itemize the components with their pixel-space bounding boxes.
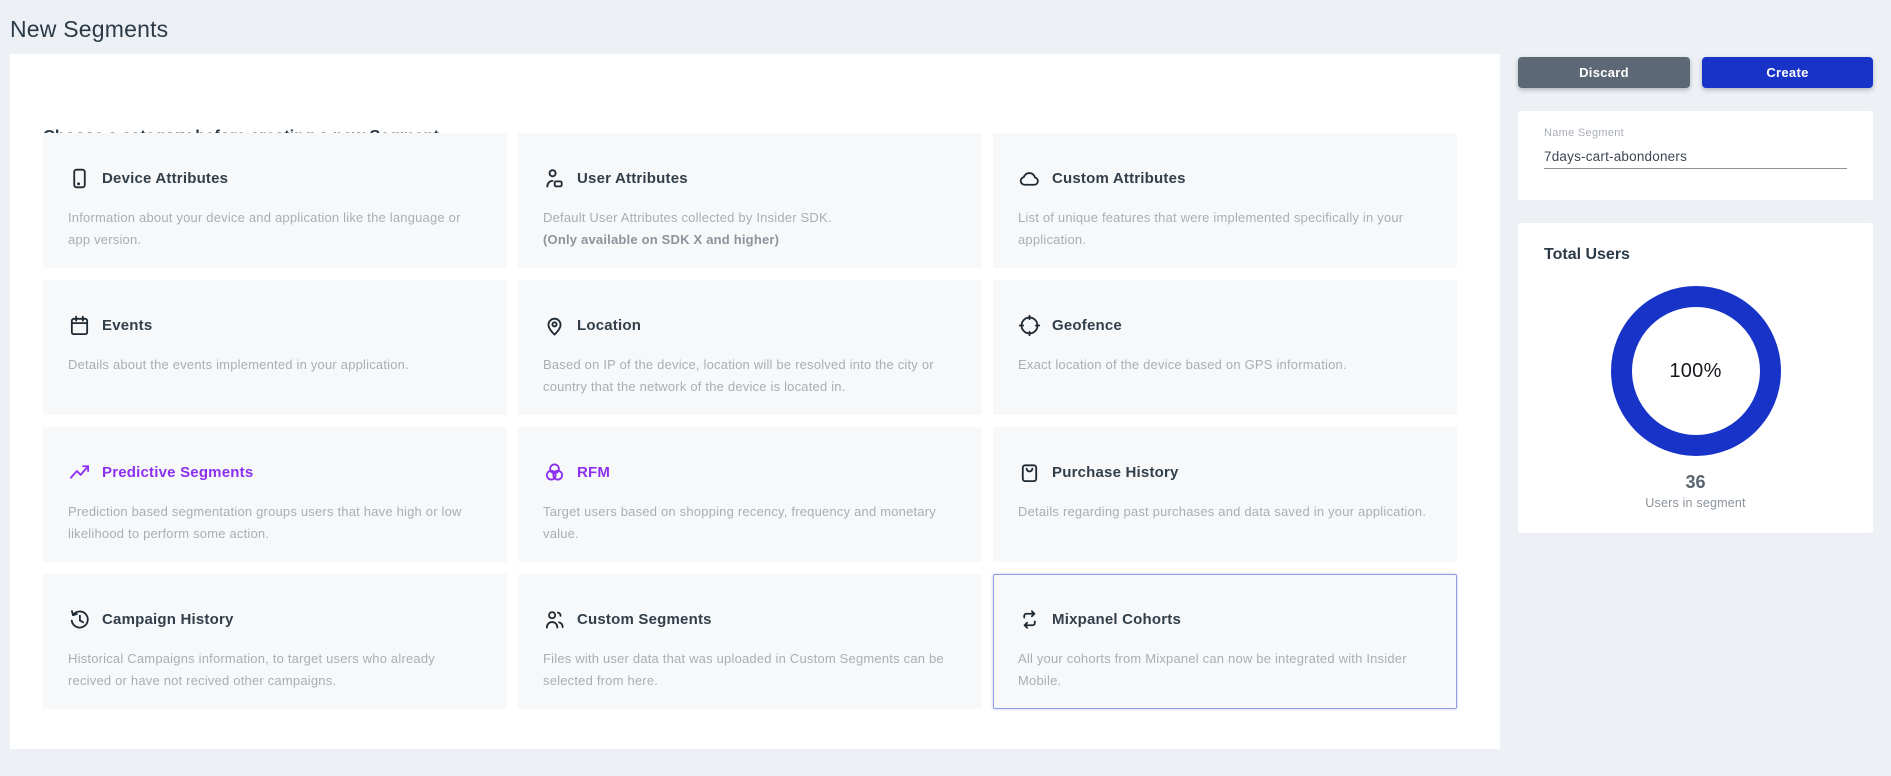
category-card-custom-attributes[interactable]: Custom Attributes List of unique feature… bbox=[993, 133, 1457, 268]
category-card-user-attributes[interactable]: User Attributes Default User Attributes … bbox=[518, 133, 982, 268]
card-title: Campaign History bbox=[102, 611, 234, 628]
user-badge-icon bbox=[543, 167, 566, 190]
card-description: Details regarding past purchases and dat… bbox=[1018, 501, 1432, 523]
repeat-cycle-icon bbox=[1018, 608, 1041, 631]
category-card-geofence[interactable]: Geofence Exact location of the device ba… bbox=[993, 280, 1457, 415]
card-description: Exact location of the device based on GP… bbox=[1018, 354, 1432, 376]
category-card-purchase-history[interactable]: Purchase History Details regarding past … bbox=[993, 427, 1457, 562]
card-description: Details about the events implemented in … bbox=[68, 354, 482, 376]
card-description: Files with user data that was uploaded i… bbox=[543, 648, 957, 692]
users-count: 36 bbox=[1518, 472, 1873, 493]
card-title: Events bbox=[102, 317, 152, 334]
total-users-donut-chart: 100% bbox=[1611, 286, 1781, 456]
card-title: Geofence bbox=[1052, 317, 1122, 334]
total-users-title: Total Users bbox=[1544, 246, 1630, 264]
card-description: All your cohorts from Mixpanel can now b… bbox=[1018, 648, 1432, 692]
card-title: Location bbox=[577, 317, 641, 334]
category-card-mixpanel-cohorts[interactable]: Mixpanel Cohorts All your cohorts from M… bbox=[993, 574, 1457, 709]
category-card-device-attributes[interactable]: Device Attributes Information about your… bbox=[43, 133, 507, 268]
history-clock-icon bbox=[68, 608, 91, 631]
card-description-note: (Only available on SDK X and higher) bbox=[543, 232, 779, 247]
card-title: User Attributes bbox=[577, 170, 688, 187]
category-grid: Device Attributes Information about your… bbox=[43, 133, 1457, 709]
card-description: Based on IP of the device, location will… bbox=[543, 354, 957, 398]
card-title: Custom Attributes bbox=[1052, 170, 1186, 187]
category-card-campaign-history[interactable]: Campaign History Historical Campaigns in… bbox=[43, 574, 507, 709]
card-title: Device Attributes bbox=[102, 170, 228, 187]
category-card-custom-segments[interactable]: Custom Segments Files with user data tha… bbox=[518, 574, 982, 709]
gps-crosshair-icon bbox=[1018, 314, 1041, 337]
category-panel: Choose a category before creating a new … bbox=[10, 54, 1500, 749]
category-card-predictive-segments[interactable]: Predictive Segments Prediction based seg… bbox=[43, 427, 507, 562]
card-description: List of unique features that were implem… bbox=[1018, 207, 1432, 251]
total-users-card: Total Users 100% 36 Users in segment bbox=[1518, 223, 1873, 533]
card-description: Default User Attributes collected by Ins… bbox=[543, 207, 957, 251]
card-description: Target users based on shopping recency, … bbox=[543, 501, 957, 545]
users-group-icon bbox=[543, 608, 566, 631]
name-segment-label: Name Segment bbox=[1544, 127, 1624, 139]
card-title: Predictive Segments bbox=[102, 464, 253, 481]
card-description: Information about your device and applic… bbox=[68, 207, 482, 251]
card-description: Prediction based segmentation groups use… bbox=[68, 501, 482, 545]
card-title: Custom Segments bbox=[577, 611, 712, 628]
card-description: Historical Campaigns information, to tar… bbox=[68, 648, 482, 692]
page-title: New Segments bbox=[10, 16, 168, 43]
smartphone-icon bbox=[68, 167, 91, 190]
card-title: Purchase History bbox=[1052, 464, 1179, 481]
category-card-events[interactable]: Events Details about the events implemen… bbox=[43, 280, 507, 415]
category-card-rfm[interactable]: RFM Target users based on shopping recen… bbox=[518, 427, 982, 562]
card-title: Mixpanel Cohorts bbox=[1052, 611, 1181, 628]
card-title: RFM bbox=[577, 464, 610, 481]
name-segment-card: Name Segment bbox=[1518, 111, 1873, 200]
discard-button[interactable]: Discard bbox=[1518, 57, 1690, 88]
cloud-icon bbox=[1018, 167, 1041, 190]
venn-circles-icon bbox=[543, 461, 566, 484]
trending-up-icon bbox=[68, 461, 91, 484]
shopping-bag-icon bbox=[1018, 461, 1041, 484]
map-pin-icon bbox=[543, 314, 566, 337]
name-segment-input[interactable] bbox=[1544, 145, 1847, 169]
category-card-location[interactable]: Location Based on IP of the device, loca… bbox=[518, 280, 982, 415]
users-count-caption: Users in segment bbox=[1518, 496, 1873, 510]
create-button[interactable]: Create bbox=[1702, 57, 1873, 88]
calendar-icon bbox=[68, 314, 91, 337]
donut-percent-label: 100% bbox=[1669, 360, 1721, 383]
